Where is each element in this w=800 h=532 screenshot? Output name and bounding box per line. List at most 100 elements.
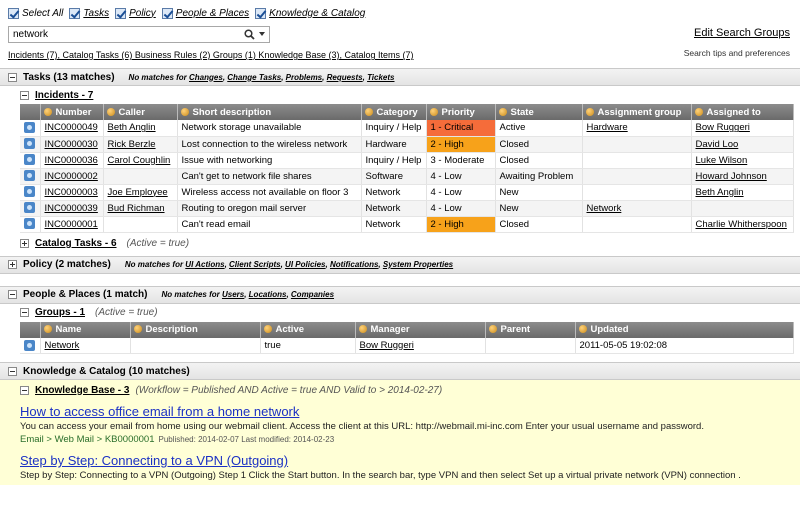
column-header-number[interactable]: Number [40,104,104,120]
column-header-state[interactable]: State [495,104,583,120]
no-match-notifications-link[interactable]: Notifications [330,260,378,269]
assignment-group-link[interactable] [582,184,692,201]
collapse-icon[interactable] [8,290,17,299]
caller-link[interactable]: Beth Anglin [103,120,178,137]
no-match-ui-policies-link[interactable]: UI Policies [285,260,325,269]
column-header-updated[interactable]: Updated [575,321,794,338]
caller-link[interactable]: Joe Employee [103,184,178,201]
knowledge-base-results: Knowledge Base - 3 (Workflow = Published… [0,380,800,485]
no-match-tickets-link[interactable]: Tickets [367,73,394,82]
record-info-icon[interactable] [20,136,41,153]
record-info-icon[interactable] [20,337,41,354]
collapse-icon[interactable] [20,90,29,100]
column-header-assigned-to[interactable]: Assigned to [691,104,794,120]
filter-tasks-checkbox[interactable]: Tasks [69,7,109,19]
column-header-caller[interactable]: Caller [103,104,178,120]
state: Closed [495,152,583,169]
assigned-to-link[interactable]: David Loo [691,136,794,153]
search-group-filters: Select All Tasks Policy People & Places … [8,6,792,20]
incidents-title[interactable]: Incidents - 7 [35,90,93,101]
column-header-assignment-group[interactable]: Assignment group [582,104,692,120]
collapse-icon[interactable] [20,308,29,317]
incident-number-link[interactable]: INC0000002 [40,168,104,185]
caller-link[interactable]: Carol Coughlin [103,152,178,169]
column-header-description[interactable]: Description [130,321,261,338]
knowledge-base-title[interactable]: Knowledge Base - 3 [35,385,129,396]
no-match-changes-link[interactable]: Changes [189,73,223,82]
expand-icon[interactable] [20,239,29,248]
record-info-icon[interactable] [20,200,41,217]
search-input[interactable] [13,29,238,40]
no-match-client-scripts-link[interactable]: Client Scripts [229,260,281,269]
record-info-icon[interactable] [20,216,41,233]
incident-number-link[interactable]: INC0000049 [40,120,104,137]
assigned-to-link[interactable] [691,200,794,217]
column-header-short-description[interactable]: Short description [177,104,362,120]
no-match-ui-actions-link[interactable]: UI Actions [185,260,224,269]
caller-link[interactable] [103,168,178,185]
kb-article-title-link[interactable]: Step by Step: Connecting to a VPN (Outgo… [20,453,800,468]
caller-link[interactable] [103,216,178,233]
no-match-requests-link[interactable]: Requests [327,73,363,82]
category: Inquiry / Help [361,152,427,169]
group-name-link[interactable]: Network [40,337,131,354]
column-menu-icon [429,107,438,116]
record-info-icon[interactable] [20,152,41,169]
search-icon[interactable] [244,29,255,43]
assignment-group-link[interactable] [582,216,692,233]
assigned-to-link[interactable]: Charlie Whitherspoon [691,216,794,233]
incident-number-link[interactable]: INC0000039 [40,200,104,217]
catalog-tasks-title[interactable]: Catalog Tasks - 6 [35,238,117,249]
incident-number-link[interactable]: INC0000003 [40,184,104,201]
incident-number-link[interactable]: INC0000030 [40,136,104,153]
column-header-parent[interactable]: Parent [485,321,576,338]
assigned-to-link[interactable]: Howard Johnson [691,168,794,185]
column-header-manager[interactable]: Manager [355,321,486,338]
kb-article-title-link[interactable]: How to access office email from a home n… [20,404,800,419]
checkbox-icon [255,7,267,19]
column-header-category[interactable]: Category [361,104,427,120]
assignment-group-link[interactable]: Network [582,200,692,217]
groups-header-row: Name Description Active Manager Parent U… [20,321,794,338]
no-match-users-link[interactable]: Users [222,290,244,299]
filter-people-checkbox[interactable]: People & Places [161,7,249,19]
caller-link[interactable]: Rick Berzle [103,136,178,153]
groups-title[interactable]: Groups - 1 [35,307,85,318]
table-row: INC0000039 Bud Richman Routing to oregon… [20,200,794,217]
incident-number-link[interactable]: INC0000001 [40,216,104,233]
filter-policy-checkbox[interactable]: Policy [115,7,156,19]
column-header-priority[interactable]: Priority [426,104,496,120]
expand-icon[interactable] [8,260,17,269]
caller-link[interactable]: Bud Richman [103,200,178,217]
chevron-down-icon[interactable] [259,32,265,36]
no-match-problems-link[interactable]: Problems [286,73,322,82]
result-counts[interactable]: Incidents (7), Catalog Tasks (6) Busines… [8,50,414,60]
no-match-companies-link[interactable]: Companies [291,290,334,299]
column-header-active[interactable]: Active [260,321,356,338]
catalog-tasks-condition: (Active = true) [126,238,190,249]
collapse-icon[interactable] [8,366,17,376]
incident-number-link[interactable]: INC0000036 [40,152,104,169]
record-info-icon[interactable] [20,168,41,185]
collapse-icon[interactable] [20,385,29,395]
select-all-checkbox[interactable]: Select All [8,7,63,19]
record-info-icon[interactable] [20,120,41,137]
assigned-to-link[interactable]: Bow Ruggeri [691,120,794,137]
assigned-to-link[interactable]: Beth Anglin [691,184,794,201]
no-match-locations-link[interactable]: Locations [249,290,287,299]
edit-search-groups-link[interactable]: Edit Search Groups [694,27,790,39]
assignment-group-link[interactable] [582,136,692,153]
no-match-system-properties-link[interactable]: System Properties [383,260,453,269]
assignment-group-link[interactable]: Hardware [582,120,692,137]
record-info-icon[interactable] [20,184,41,201]
column-header-name[interactable]: Name [40,321,131,338]
assigned-to-link[interactable]: Luke Wilson [691,152,794,169]
assignment-group-link[interactable] [582,152,692,169]
collapse-icon[interactable] [8,72,17,82]
assignment-group-link[interactable] [582,168,692,185]
no-match-change-tasks-link[interactable]: Change Tasks [227,73,281,82]
search-tips-link[interactable]: Search tips and preferences [684,48,790,58]
filter-knowledge-checkbox[interactable]: Knowledge & Catalog [255,7,365,19]
tasks-section-title: Tasks (13 matches) [23,71,115,83]
group-manager-link[interactable]: Bow Ruggeri [355,337,486,354]
